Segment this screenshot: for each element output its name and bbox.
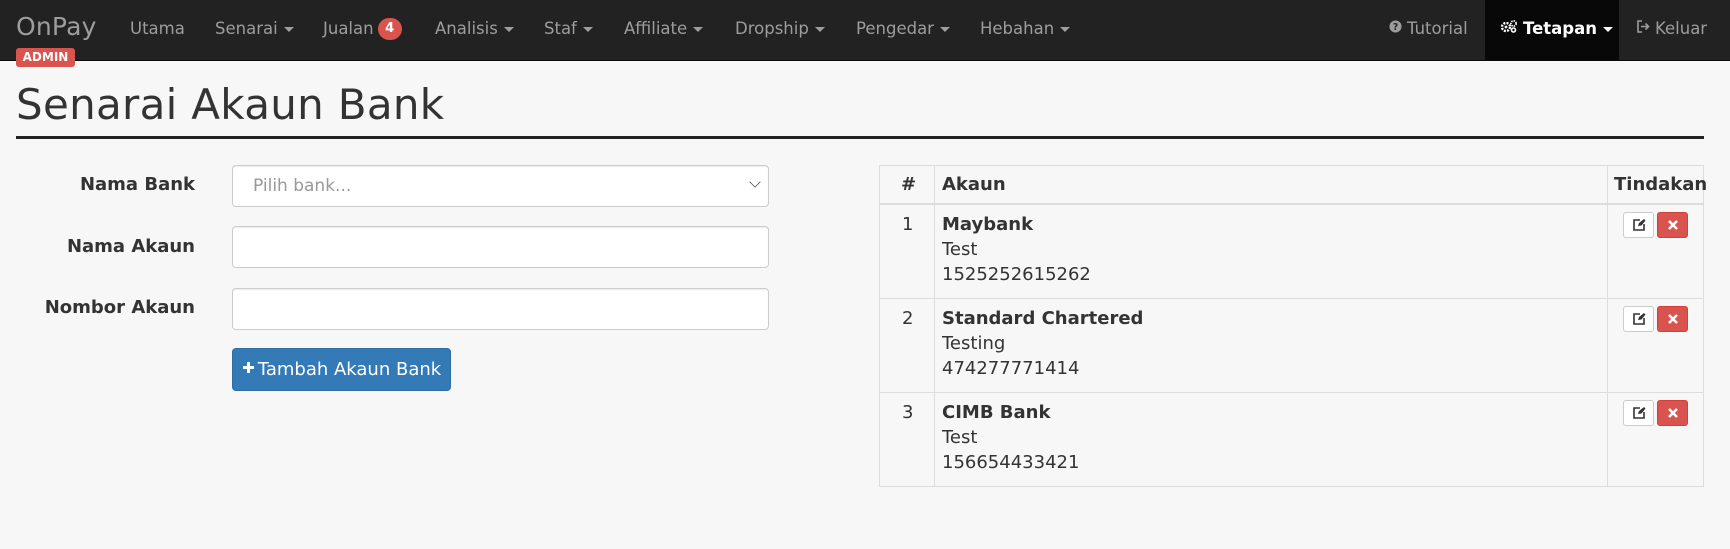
nav-keluar[interactable]: Keluar bbox=[1636, 0, 1707, 60]
edit-icon bbox=[1632, 219, 1645, 231]
nav-keluar-label: Keluar bbox=[1655, 19, 1708, 38]
chevron-down-icon bbox=[749, 176, 761, 188]
account-name-input[interactable] bbox=[232, 226, 769, 268]
nav-analisis-label: Analisis bbox=[435, 19, 498, 38]
sign-out-icon bbox=[1636, 0, 1650, 57]
nav-utama-label: Utama bbox=[130, 19, 185, 38]
gears-icon bbox=[1500, 0, 1518, 57]
add-bank-account-label: Tambah Akaun Bank bbox=[257, 359, 442, 380]
nav-staf[interactable]: Staf bbox=[544, 0, 593, 60]
row-number: 2 bbox=[902, 308, 914, 329]
bank-select[interactable]: Pilih bank... bbox=[232, 165, 769, 207]
caret-down-icon bbox=[283, 27, 294, 32]
nav-jualan[interactable]: Jualan 4 bbox=[323, 0, 402, 60]
nav-analisis[interactable]: Analisis bbox=[435, 0, 514, 60]
top-navbar: OnPay Utama Senarai Jualan 4 Analisis Sta… bbox=[0, 0, 1730, 61]
table-header-account: Akaun bbox=[942, 174, 1006, 195]
plus-icon bbox=[242, 348, 255, 389]
table-row-divider bbox=[880, 392, 1703, 393]
row-account: Maybank Test 1525252615262 bbox=[942, 212, 1091, 287]
nav-tutorial[interactable]: ? Tutorial bbox=[1389, 0, 1468, 60]
nav-hebahan[interactable]: Hebahan bbox=[980, 0, 1071, 60]
row-account-name: Test bbox=[942, 427, 978, 448]
page-title: Senarai Akaun Bank bbox=[16, 80, 445, 129]
svg-text:?: ? bbox=[1393, 22, 1398, 33]
brand-logo[interactable]: OnPay bbox=[16, 12, 97, 41]
question-circle-icon: ? bbox=[1389, 0, 1402, 57]
table-header-divider bbox=[880, 203, 1703, 205]
edit-button[interactable] bbox=[1623, 400, 1654, 426]
nav-tutorial-label: Tutorial bbox=[1407, 19, 1468, 38]
nav-dropship-label: Dropship bbox=[735, 19, 809, 38]
row-bank-name: Maybank bbox=[942, 214, 1034, 235]
nav-affiliate[interactable]: Affiliate bbox=[624, 0, 704, 60]
sales-count-badge: 4 bbox=[377, 17, 402, 40]
close-icon bbox=[1667, 314, 1678, 324]
admin-badge: ADMIN bbox=[16, 48, 75, 67]
caret-down-icon bbox=[1602, 27, 1613, 32]
delete-button[interactable] bbox=[1657, 400, 1688, 426]
delete-button[interactable] bbox=[1657, 306, 1688, 332]
row-bank-name: CIMB Bank bbox=[942, 402, 1051, 423]
edit-button[interactable] bbox=[1623, 212, 1654, 238]
account-number-label: Nombor Akaun bbox=[44, 297, 195, 318]
nav-hebahan-label: Hebahan bbox=[980, 19, 1055, 38]
caret-down-icon bbox=[939, 27, 950, 32]
nav-pengedar-label: Pengedar bbox=[856, 19, 934, 38]
nav-staf-label: Staf bbox=[544, 19, 577, 38]
nav-senarai[interactable]: Senarai bbox=[215, 0, 294, 60]
nav-tetapan[interactable]: Tetapan bbox=[1485, 0, 1619, 61]
nav-jualan-label: Jualan bbox=[323, 19, 374, 38]
row-account-number: 474277771414 bbox=[942, 358, 1080, 379]
caret-down-icon bbox=[582, 27, 593, 32]
table-row-divider bbox=[880, 298, 1703, 299]
row-account: Standard Chartered Testing 474277771414 bbox=[942, 306, 1143, 381]
nav-utama[interactable]: Utama bbox=[130, 0, 185, 60]
caret-down-icon bbox=[814, 27, 825, 32]
bank-name-label: Nama Bank bbox=[79, 174, 195, 195]
add-bank-account-button[interactable]: Tambah Akaun Bank bbox=[232, 348, 451, 391]
row-number: 1 bbox=[902, 214, 914, 235]
edit-icon bbox=[1632, 407, 1645, 419]
title-divider bbox=[16, 136, 1704, 139]
nav-pengedar[interactable]: Pengedar bbox=[856, 0, 950, 60]
table-header-actions: Tindakan bbox=[1614, 174, 1708, 195]
row-number: 3 bbox=[902, 402, 914, 423]
account-name-label: Nama Akaun bbox=[66, 236, 195, 257]
delete-button[interactable] bbox=[1657, 212, 1688, 238]
edit-icon bbox=[1632, 313, 1645, 325]
account-number-input[interactable] bbox=[232, 288, 769, 330]
row-bank-name: Standard Chartered bbox=[942, 308, 1144, 329]
caret-down-icon bbox=[693, 27, 704, 32]
row-account: CIMB Bank Test 156654433421 bbox=[942, 400, 1079, 475]
table-col-divider bbox=[1607, 166, 1608, 486]
bank-accounts-table: # Akaun Tindakan 1 Maybank Test 15252526… bbox=[879, 165, 1708, 487]
bank-select-placeholder: Pilih bank... bbox=[253, 176, 352, 196]
table-header-num: # bbox=[901, 174, 917, 195]
caret-down-icon bbox=[1060, 27, 1071, 32]
nav-senarai-label: Senarai bbox=[215, 19, 278, 38]
row-account-name: Test bbox=[942, 239, 978, 260]
edit-button[interactable] bbox=[1623, 306, 1654, 332]
row-account-name: Testing bbox=[942, 333, 1006, 354]
row-account-number: 156654433421 bbox=[942, 452, 1080, 473]
caret-down-icon bbox=[503, 27, 514, 32]
row-account-number: 1525252615262 bbox=[942, 264, 1091, 285]
nav-tetapan-label: Tetapan bbox=[1523, 19, 1597, 38]
nav-dropship[interactable]: Dropship bbox=[735, 0, 825, 60]
table-col-divider bbox=[934, 166, 935, 486]
close-icon bbox=[1667, 220, 1678, 230]
nav-affiliate-label: Affiliate bbox=[624, 19, 688, 38]
close-icon bbox=[1667, 408, 1678, 418]
